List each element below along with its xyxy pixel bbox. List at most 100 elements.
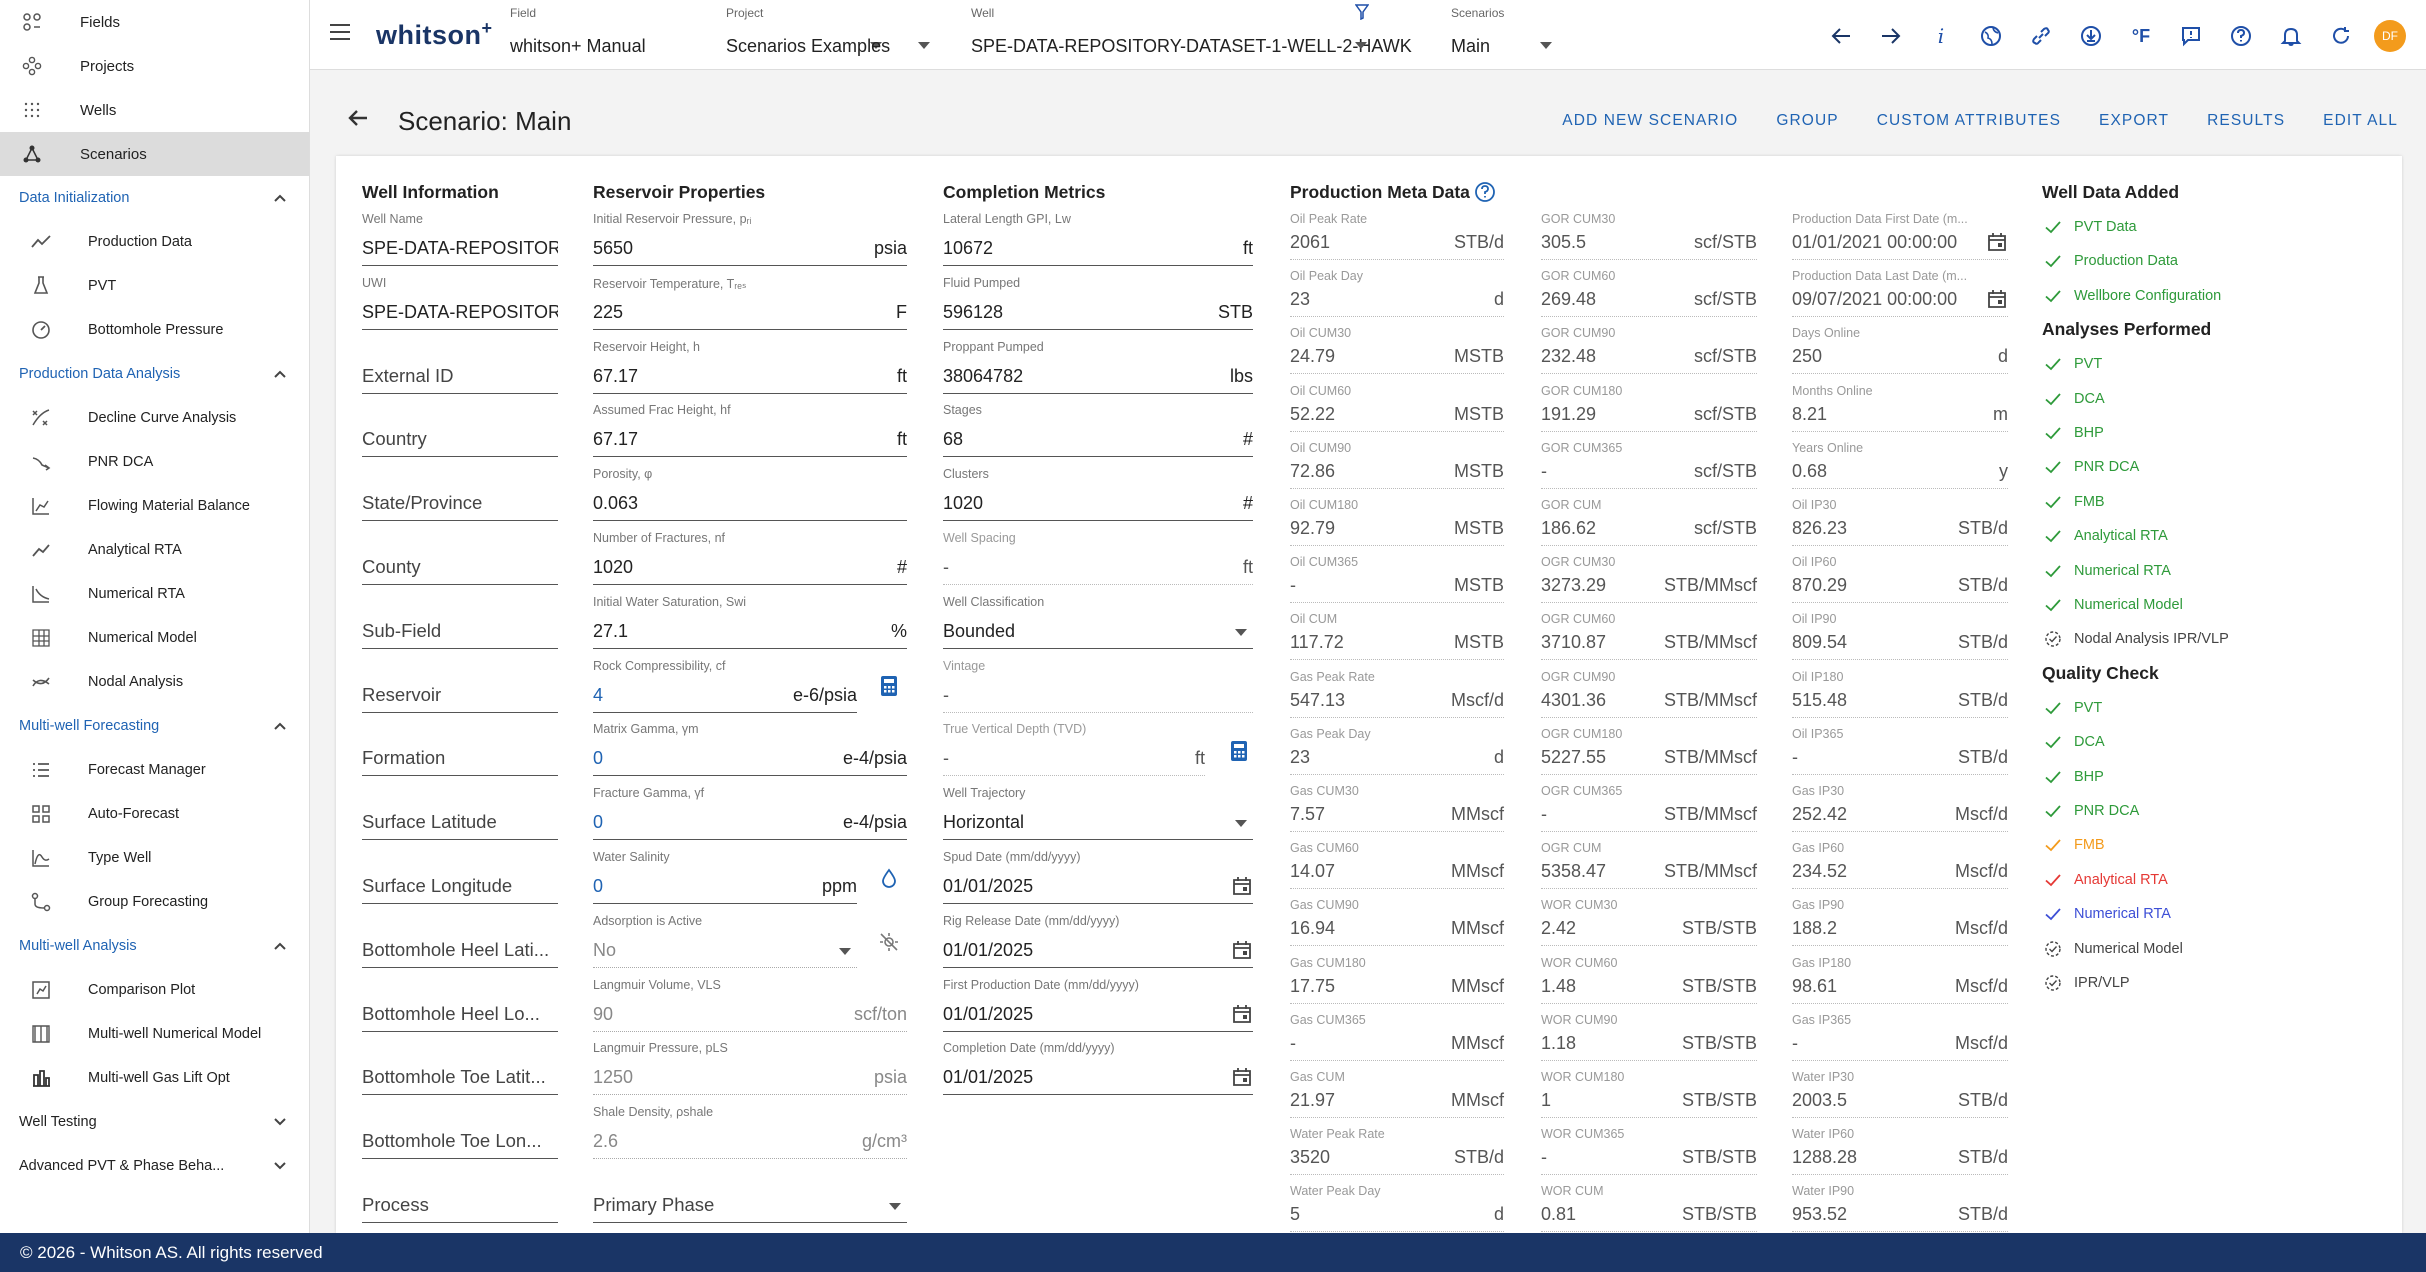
field-gor-cum180[interactable]: GOR CUM180 191.29 scf/STB [1541,384,1757,432]
field-oil-ip365[interactable]: Oil IP365 - STB/d [1792,727,2008,775]
field-production-data-last-date-m[interactable]: Production Data Last Date (m... 09/07/202… [1792,269,2008,318]
field-bottomhole-heel-lo[interactable]: Bottomhole Heel Lo... [362,978,558,1032]
help-icon[interactable] [2224,21,2258,51]
sidebar-item-forecast-manager[interactable]: Forecast Manager [0,748,309,792]
add-new-scenario-button[interactable]: ADD NEW SCENARIO [1562,112,1738,130]
field-production-data-first-date-m[interactable]: Production Data First Date (m... 01/01/20… [1792,212,2008,260]
field-uwi[interactable]: UWI SPE-DATA-REPOSITORY-DATASET-1-WELL-2-… [362,276,558,330]
field-matrix-gamma-m[interactable]: Matrix Gamma, γm 0 e-4/psia [593,722,907,777]
field-langmuir-volume-vls[interactable]: Langmuir Volume, VLS 90 scf/ton [593,978,907,1032]
field-ogr-cum60[interactable]: OGR CUM60 3710.87 STB/MMscf [1541,612,1757,661]
field-water-ip60[interactable]: Water IP60 1288.28 STB/d [1792,1127,2008,1176]
status-item-dca[interactable]: DCA [2042,731,2105,753]
sidebar-item-analytical-rta[interactable]: Analytical RTA [0,528,309,572]
field-water-peak-rate[interactable]: Water Peak Rate 3520 STB/d [1290,1127,1504,1176]
field-gas-peak-day[interactable]: Gas Peak Day 23 d [1290,727,1504,775]
field-oil-ip180[interactable]: Oil IP180 515.48 STB/d [1792,670,2008,718]
calculator-icon[interactable] [877,674,901,698]
status-item-bhp[interactable]: BHP [2042,422,2104,444]
field-surface-latitude[interactable]: Surface Latitude [362,786,558,841]
field-sub-field[interactable]: Sub-Field [362,595,558,649]
field-initial-reservoir-pressure-p[interactable]: Initial Reservoir Pressure, pᵣᵢ 5650 psia [593,212,907,266]
feedback-icon[interactable] [2174,21,2208,51]
sidebar-section-well-testing[interactable]: Well Testing [0,1100,309,1144]
field-gas-ip180[interactable]: Gas IP180 98.61 Mscf/d [1792,956,2008,1004]
sidebar-item-bottomhole-pressure[interactable]: Bottomhole Pressure [0,308,309,352]
help-icon[interactable] [1473,180,1497,204]
sidebar-item-comparison-plot[interactable]: Comparison Plot [0,968,309,1012]
arrow-left-icon[interactable] [1824,21,1858,51]
status-item-numerical-rta[interactable]: Numerical RTA [2042,903,2171,925]
field-ogr-cum[interactable]: OGR CUM 5358.47 STB/MMscf [1541,841,1757,890]
field-gas-ip60[interactable]: Gas IP60 234.52 Mscf/d [1792,841,2008,890]
sidebar-item-numerical-model[interactable]: Numerical Model [0,616,309,660]
field-wor-cum60[interactable]: WOR CUM60 1.48 STB/STB [1541,956,1757,1004]
field-water-salinity[interactable]: Water Salinity 0 ppm [593,850,857,904]
sidebar-item-numerical-rta[interactable]: Numerical RTA [0,572,309,616]
field-completion-date-mm-dd-yyyy[interactable]: Completion Date (mm/dd/yyyy) 01/01/2025 [943,1041,1253,1096]
field-number-of-fractures-nf[interactable]: Number of Fractures, nf 1020 # [593,531,907,585]
export-button[interactable]: EXPORT [2099,112,2169,130]
field-rig-release-date-mm-dd-yyyy[interactable]: Rig Release Date (mm/dd/yyyy) 01/01/2025 [943,914,1253,968]
calendar-icon[interactable] [1231,1003,1253,1025]
field-county[interactable]: County [362,531,558,585]
field-oil-ip30[interactable]: Oil IP30 826.23 STB/d [1792,498,2008,546]
field-bottomhole-heel-lati[interactable]: Bottomhole Heel Lati... [362,914,558,968]
status-item-analytical-rta[interactable]: Analytical RTA [2042,869,2168,891]
project-select[interactable]: Project Scenarios Examples [726,4,966,66]
field-wor-cum365[interactable]: WOR CUM365 - STB/STB [1541,1127,1757,1176]
bell-icon[interactable] [2274,21,2308,51]
sidebar-section-data-initialization[interactable]: Data Initialization [0,176,309,220]
status-item-pvt[interactable]: PVT [2042,697,2102,719]
link-icon[interactable] [2024,21,2058,51]
status-item-wellbore-configuration[interactable]: Wellbore Configuration [2042,285,2221,307]
field-oil-ip90[interactable]: Oil IP90 809.54 STB/d [1792,612,2008,661]
field-well-name[interactable]: Well Name SPE-DATA-REPOSITORY-DATASET-1-W… [362,212,558,266]
field-reservoir-temperature-t[interactable]: Reservoir Temperature, Tᵣₑₛ 225 F [593,276,907,330]
field-vintage[interactable]: Vintage - [943,659,1253,713]
field-years-online[interactable]: Years Online 0.68 y [1792,441,2008,489]
field-gor-cum30[interactable]: GOR CUM30 305.5 scf/STB [1541,212,1757,260]
info-icon[interactable]: i [1924,21,1958,51]
field-wor-cum90[interactable]: WOR CUM90 1.18 STB/STB [1541,1013,1757,1061]
sidebar-item-type-well[interactable]: Type Well [0,836,309,880]
sidebar-item-scenarios[interactable]: Scenarios [0,132,309,176]
field-oil-peak-rate[interactable]: Oil Peak Rate 2061 STB/d [1290,212,1504,260]
calendar-icon[interactable] [1231,875,1253,897]
back-arrow-icon[interactable] [346,106,374,130]
field-oil-cum[interactable]: Oil CUM 117.72 MSTB [1290,612,1504,661]
status-item-dca[interactable]: DCA [2042,388,2105,410]
field-reservoir[interactable]: Reservoir [362,659,558,713]
refresh-icon[interactable] [2324,21,2358,51]
globe-icon[interactable] [1974,21,2008,51]
field-gas-peak-rate[interactable]: Gas Peak Rate 547.13 Mscf/d [1290,670,1504,718]
field-select[interactable]: Field whitson+ Manual [510,4,882,66]
field-reservoir-height-h[interactable]: Reservoir Height, h 67.17 ft [593,340,907,394]
status-item-numerical-rta[interactable]: Numerical RTA [2042,560,2171,582]
results-button[interactable]: RESULTS [2207,112,2285,130]
water-drop-icon[interactable] [877,866,901,890]
sidebar-item-group-forecasting[interactable]: Group Forecasting [0,880,309,924]
field-wor-cum[interactable]: WOR CUM 0.81 STB/STB [1541,1184,1757,1233]
field-surface-longitude[interactable]: Surface Longitude [362,850,558,904]
field-bottomhole-toe-lon[interactable]: Bottomhole Toe Lon... [362,1105,558,1160]
field-gas-cum60[interactable]: Gas CUM60 14.07 MMscf [1290,841,1504,890]
field-external-id[interactable]: External ID [362,340,558,394]
field-oil-ip60[interactable]: Oil IP60 870.29 STB/d [1792,555,2008,604]
field-gor-cum365[interactable]: GOR CUM365 - scf/STB [1541,441,1757,489]
filter-icon[interactable] [1355,4,1369,20]
field-gas-ip30[interactable]: Gas IP30 252.42 Mscf/d [1792,784,2008,832]
sidebar-item-decline-curve-analysis[interactable]: Decline Curve Analysis [0,396,309,440]
field-porosity[interactable]: Porosity, φ 0.063 [593,467,907,522]
field-oil-cum30[interactable]: Oil CUM30 24.79 MSTB [1290,326,1504,375]
status-item-analytical-rta[interactable]: Analytical RTA [2042,525,2168,547]
status-item-bhp[interactable]: BHP [2042,766,2104,788]
status-item-pnr-dca[interactable]: PNR DCA [2042,800,2139,822]
field-wor-cum30[interactable]: WOR CUM30 2.42 STB/STB [1541,898,1757,947]
field-oil-cum60[interactable]: Oil CUM60 52.22 MSTB [1290,384,1504,432]
temperature-unit-icon[interactable]: °F [2124,21,2158,51]
field-rock-compressibility-cf[interactable]: Rock Compressibility, cf 4 e-6/psia [593,659,857,713]
sidebar-item-fields[interactable]: Fields [0,0,309,44]
field-adsorption-is-active[interactable]: Adsorption is Active No [593,914,857,968]
scenarios-select[interactable]: Scenarios Main [1451,4,1571,66]
